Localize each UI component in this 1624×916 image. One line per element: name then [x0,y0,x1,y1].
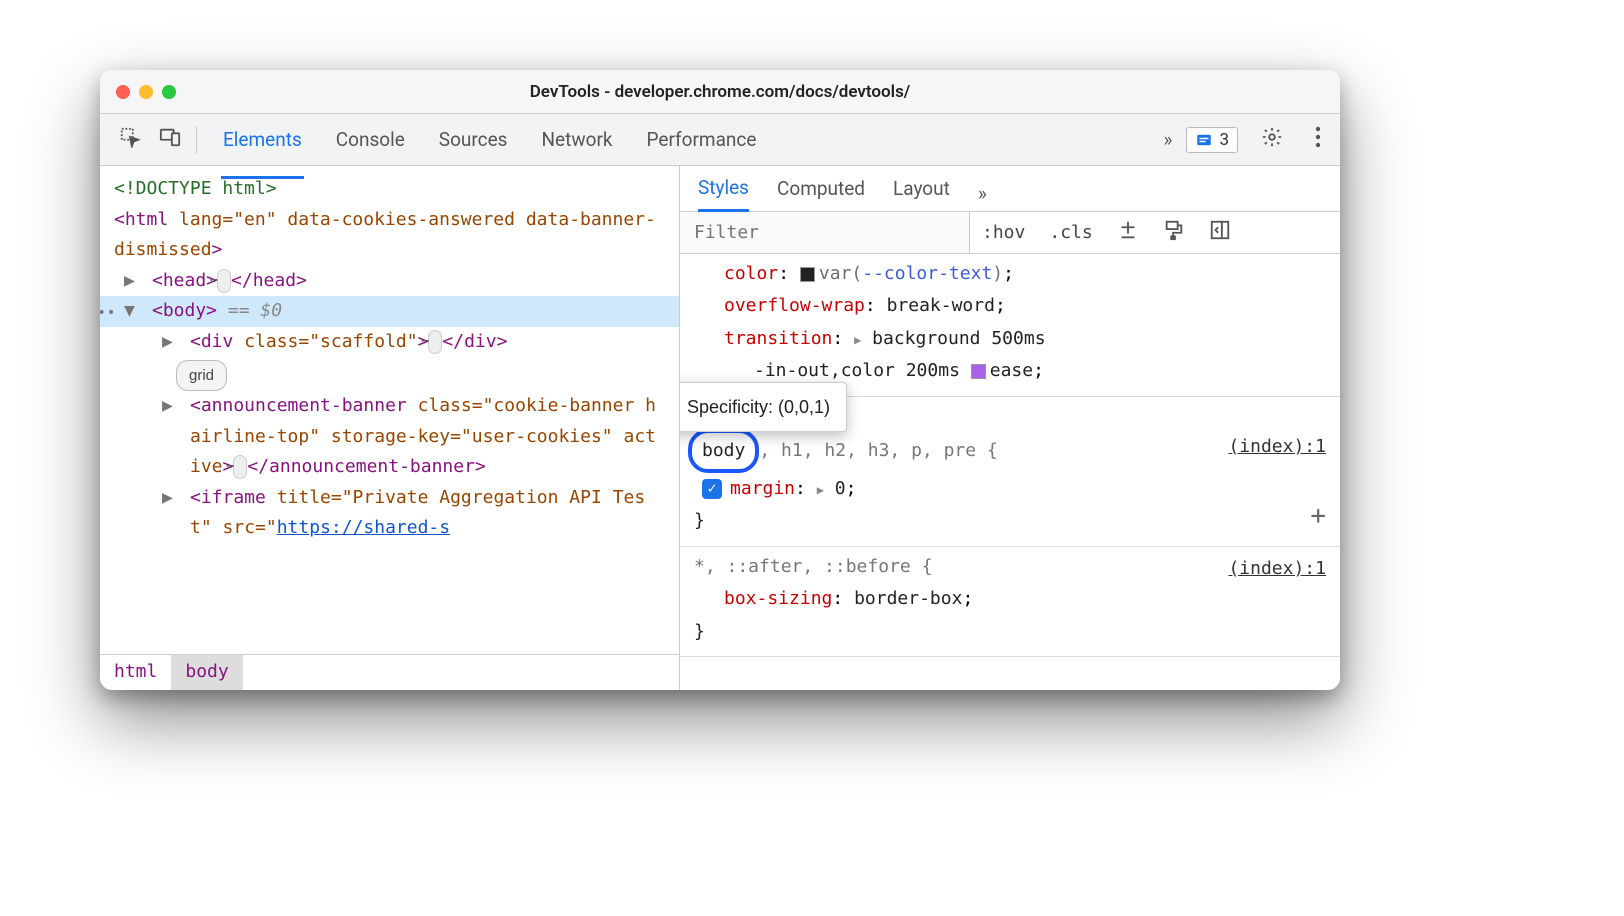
prop-box-sizing[interactable]: box-sizing: border-box; [694,583,1326,615]
dom-head[interactable]: ▶<head>⋯</head> [100,266,679,297]
toolbar-right: » 3 [1164,120,1330,159]
titlebar: DevTools - developer.chrome.com/docs/dev… [100,70,1340,114]
dom-iframe[interactable]: ▶<iframe title="Private Aggregation API … [100,483,679,544]
rule-close-brace: } [694,616,1326,648]
style-rule-2[interactable]: (index):1 *, ::after, ::before { box-siz… [680,547,1340,657]
easing-swatch[interactable] [971,364,986,379]
grid-badge[interactable]: grid [176,360,227,392]
stab-styles[interactable]: Styles [698,176,749,212]
dom-announcement-banner[interactable]: ▶<announcement-banner class="cookie-bann… [100,391,679,483]
main-toolbar: Elements Console Sources Network Perform… [100,114,1340,166]
styles-more-tabs[interactable]: » [978,182,987,205]
styles-body[interactable]: color: var(--color-text); overflow-wrap:… [680,254,1340,690]
dom-tree[interactable]: <!DOCTYPE html> <html lang="en" data-coo… [100,166,679,654]
computed-panel-icon[interactable] [1197,219,1243,246]
tab-performance[interactable]: Performance [645,116,759,163]
source-link[interactable]: (index):1 [1228,553,1326,585]
close-window-button[interactable] [116,85,130,99]
specificity-tooltip: Specificity: (0,0,1) [680,382,847,432]
dom-doctype[interactable]: <!DOCTYPE html> [100,174,679,205]
ellipsis-icon[interactable]: ⋯ [233,455,247,479]
dom-div-scaffold[interactable]: ▶<div class="scaffold">⋯</div> [100,327,679,358]
settings-icon[interactable] [1252,120,1292,159]
tab-sources[interactable]: Sources [437,116,510,163]
selector-highlight: body [688,429,759,473]
main-tabs: Elements Console Sources Network Perform… [221,116,758,163]
ellipsis-icon[interactable]: ⋯ [428,330,442,354]
zoom-window-button[interactable] [162,85,176,99]
issues-count: 3 [1219,130,1229,150]
hov-toggle[interactable]: :hov [970,222,1037,243]
prop-color[interactable]: color: var(--color-text); [694,258,1326,290]
styles-tabs: Styles Computed Layout » [680,166,1340,212]
prop-transition[interactable]: transition: ▶ background 500ms [694,323,1326,355]
dom-html-open[interactable]: <html lang="en" data-cookies-answered da… [100,205,679,266]
color-swatch[interactable] [800,267,815,282]
filter-input[interactable] [680,212,970,253]
styles-panel: Styles Computed Layout » :hov .cls [680,166,1340,690]
checkbox-icon[interactable]: ✓ [702,479,722,499]
traffic-lights [116,85,176,99]
breadcrumbs: html body [100,654,679,690]
more-tabs-button[interactable]: » [1164,128,1173,151]
device-toggle-icon[interactable] [150,120,190,159]
stab-layout[interactable]: Layout [893,177,950,210]
stab-computed[interactable]: Computed [777,177,865,210]
prop-margin[interactable]: ✓margin: ▶ 0; [694,473,1326,505]
add-property-button[interactable]: + [1310,493,1326,540]
window-title: DevTools - developer.chrome.com/docs/dev… [100,82,1340,102]
source-link[interactable]: (index):1 [1228,431,1326,463]
crumb-html[interactable]: html [100,655,171,690]
issues-badge[interactable]: 3 [1186,127,1238,153]
crumb-body[interactable]: body [171,655,242,690]
tab-console[interactable]: Console [334,116,407,163]
style-rule-0[interactable]: color: var(--color-text); overflow-wrap:… [680,254,1340,397]
minimize-window-button[interactable] [139,85,153,99]
ellipsis-icon[interactable]: ⋯ [217,269,231,293]
new-style-button[interactable] [1105,219,1151,247]
toolbar-divider [196,126,197,154]
rule-close-brace: } [694,505,1326,537]
elements-panel: <!DOCTYPE html> <html lang="en" data-coo… [100,166,680,690]
devtools-window: DevTools - developer.chrome.com/docs/dev… [100,70,1340,690]
cls-toggle[interactable]: .cls [1037,222,1104,243]
selected-dots-icon: ••• [102,302,116,326]
filter-row: :hov .cls [680,212,1340,254]
dom-body-selected[interactable]: •••▼<body> == $0 [100,296,679,327]
inspect-element-icon[interactable] [110,120,150,159]
tab-network[interactable]: Network [539,116,614,163]
paint-icon[interactable] [1151,219,1197,246]
prop-overflow-wrap[interactable]: overflow-wrap: break-word; [694,290,1326,322]
content-area: <!DOCTYPE html> <html lang="en" data-coo… [100,166,1340,690]
kebab-menu-icon[interactable] [1306,120,1330,159]
